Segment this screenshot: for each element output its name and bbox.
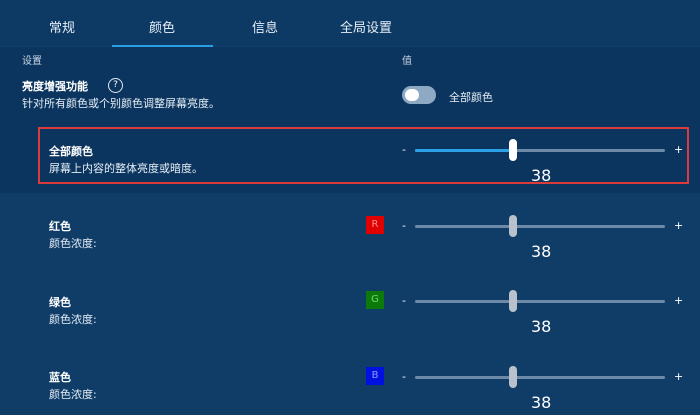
all-colors-plus-button[interactable]: + [674, 143, 683, 156]
all-colors-toggle-label: 全部颜色 [449, 91, 493, 104]
brightness-title: 亮度增强功能 [22, 80, 88, 93]
red-slider-thumb[interactable] [509, 215, 517, 237]
blue-minus-button[interactable]: - [402, 370, 406, 383]
green-value: 38 [531, 317, 552, 336]
all-colors-minus-button[interactable]: - [402, 143, 406, 156]
blue-value: 38 [531, 393, 552, 412]
green-minus-button[interactable]: - [402, 294, 406, 307]
red-title: 红色 [49, 220, 71, 233]
brightness-description: 针对所有颜色或个别颜色调整屏幕亮度。 [22, 97, 220, 110]
blue-title: 蓝色 [49, 371, 71, 384]
all-colors-slider-fill [415, 149, 510, 152]
column-header-value: 值 [402, 56, 412, 67]
tab-bar: 常规 颜色 信息 全局设置 [0, 0, 700, 47]
green-slider-thumb[interactable] [509, 290, 517, 312]
red-minus-button[interactable]: - [402, 219, 406, 232]
all-colors-value: 38 [531, 166, 552, 185]
blue-plus-button[interactable]: + [674, 370, 683, 383]
red-slider-track[interactable] [415, 225, 665, 228]
green-swatch: G [366, 291, 384, 309]
tab-global-settings[interactable]: 全局设置 [340, 17, 392, 36]
toggle-knob [405, 89, 419, 101]
all-colors-title: 全部颜色 [49, 145, 93, 158]
green-plus-button[interactable]: + [674, 294, 683, 307]
red-plus-button[interactable]: + [674, 219, 683, 232]
all-colors-slider-track[interactable] [415, 149, 665, 152]
red-value: 38 [531, 242, 552, 261]
blue-description: 颜色浓度: [49, 388, 97, 401]
green-description: 颜色浓度: [49, 313, 97, 326]
tab-color[interactable]: 颜色 [149, 17, 175, 36]
red-description: 颜色浓度: [49, 237, 97, 250]
blue-swatch: B [366, 367, 384, 385]
all-colors-toggle[interactable] [402, 86, 436, 104]
all-colors-description: 屏幕上内容的整体亮度或暗度。 [49, 162, 203, 175]
tab-info[interactable]: 信息 [252, 17, 278, 36]
column-header-setting: 设置 [22, 56, 42, 67]
blue-slider-thumb[interactable] [509, 366, 517, 388]
green-slider-track[interactable] [415, 300, 665, 303]
green-title: 绿色 [49, 296, 71, 309]
blue-slider-track[interactable] [415, 376, 665, 379]
question-circle-icon[interactable]: ? [108, 78, 123, 93]
all-colors-slider-thumb[interactable] [509, 139, 517, 161]
red-swatch: R [366, 216, 384, 234]
tab-general[interactable]: 常规 [49, 17, 75, 36]
